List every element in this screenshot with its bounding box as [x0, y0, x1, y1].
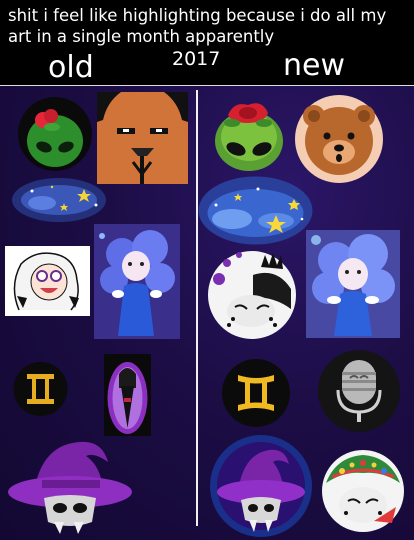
old-bear-face-icon: [97, 92, 188, 184]
new-microphone-icon: [318, 350, 400, 432]
old-alien-rose-icon: [18, 97, 92, 171]
new-night-sky-icon: [198, 175, 313, 246]
new-gemini-symbol-icon: [222, 359, 290, 427]
old-gemini-symbol-icon: [13, 362, 68, 416]
header-bar: shit i feel like highlighting because i …: [0, 0, 414, 86]
caption-text: shit i feel like highlighting because i …: [8, 6, 387, 46]
comparison-canvas: shit i feel like highlighting because i …: [0, 0, 414, 540]
column-divider: [196, 90, 198, 526]
new-crowned-character-icon: [207, 249, 297, 341]
new-witch-hat-skull-icon: [209, 434, 313, 538]
new-label: new: [283, 48, 346, 83]
new-christmas-character-icon: [322, 449, 404, 533]
old-night-sky-icon: [12, 177, 106, 223]
year-label: 2017: [172, 48, 221, 70]
old-white-haired-character-icon: [5, 246, 90, 316]
new-blue-haired-character-icon: [306, 230, 400, 338]
header-rule: [0, 85, 414, 86]
new-bear-face-icon: [294, 94, 384, 184]
new-alien-rose-icon: [208, 93, 290, 175]
old-label: old: [48, 50, 94, 85]
old-purple-witch-figure-icon: [104, 354, 151, 436]
old-blue-haired-character-icon: [94, 224, 180, 339]
old-witch-hat-skull-icon: [6, 434, 132, 536]
